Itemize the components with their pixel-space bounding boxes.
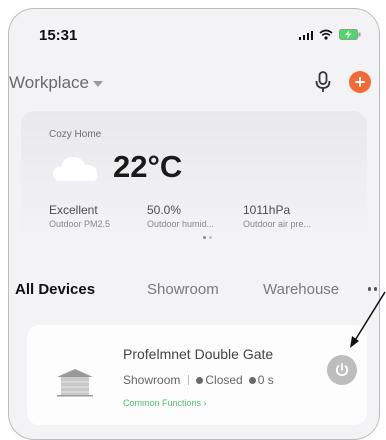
home-name: Cozy Home xyxy=(49,129,102,140)
tab-warehouse[interactable]: Warehouse xyxy=(263,281,339,298)
state-dot-icon xyxy=(196,376,204,384)
weather-card[interactable]: Cozy Home 22°C Excellent Outdoor PM2.5 5… xyxy=(21,111,367,249)
status-icons xyxy=(298,29,362,40)
stat-label: Outdoor PM2.5 xyxy=(49,219,111,229)
device-name: Profelmnet Double Gate xyxy=(123,346,274,362)
stat-air-pressure: 1011hPa Outdoor air pre... xyxy=(243,203,311,229)
add-device-button[interactable]: + xyxy=(349,71,371,93)
tab-showroom[interactable]: Showroom xyxy=(147,281,219,298)
divider xyxy=(188,375,190,385)
stat-value: 1011hPa xyxy=(243,203,291,217)
status-bar: 15:31 xyxy=(9,9,379,55)
garage-gate-icon xyxy=(57,369,93,397)
common-functions-link[interactable]: Common Functions › xyxy=(123,398,207,408)
stat-label: Outdoor air pre... xyxy=(243,219,312,229)
temperature: 22°C xyxy=(113,149,183,184)
power-button[interactable] xyxy=(327,355,357,385)
device-state: Closed xyxy=(205,373,243,387)
location-label: Workplace xyxy=(9,73,89,92)
header: Workplace + xyxy=(9,65,379,101)
timer-dot-icon xyxy=(248,376,256,384)
stat-pm25: Excellent Outdoor PM2.5 xyxy=(49,203,110,229)
page-indicator xyxy=(203,236,212,239)
device-room: Showroom xyxy=(123,373,181,387)
stat-humidity: 50.0% Outdoor humid... xyxy=(147,203,214,229)
status-time: 15:31 xyxy=(39,27,78,44)
phone-frame: 15:31 Workplace + Cozy Home 22°C Excelle… xyxy=(8,8,380,440)
tab-all-devices[interactable]: All Devices xyxy=(15,281,95,298)
location-selector[interactable]: Workplace xyxy=(9,73,103,93)
wifi-icon xyxy=(319,29,333,40)
microphone-icon[interactable] xyxy=(313,70,333,94)
cloud-icon xyxy=(53,157,98,181)
device-timer: 0 s xyxy=(257,373,274,387)
stat-value: Excellent xyxy=(49,203,98,217)
signal-icon xyxy=(298,30,313,40)
room-tabs: All Devices Showroom Warehouse xyxy=(9,281,379,305)
annotation-arrow-icon xyxy=(350,291,386,348)
device-card[interactable]: Profelmnet Double Gate Showroom Closed 0… xyxy=(27,325,367,425)
battery-charging-icon xyxy=(339,29,361,40)
stat-label: Outdoor humid... xyxy=(147,219,215,229)
common-functions-label: Common Functions xyxy=(123,398,202,408)
device-meta: Showroom Closed 0 s xyxy=(123,373,274,387)
caret-down-icon xyxy=(93,81,103,87)
stat-value: 50.0% xyxy=(147,203,182,217)
power-icon xyxy=(335,363,349,377)
